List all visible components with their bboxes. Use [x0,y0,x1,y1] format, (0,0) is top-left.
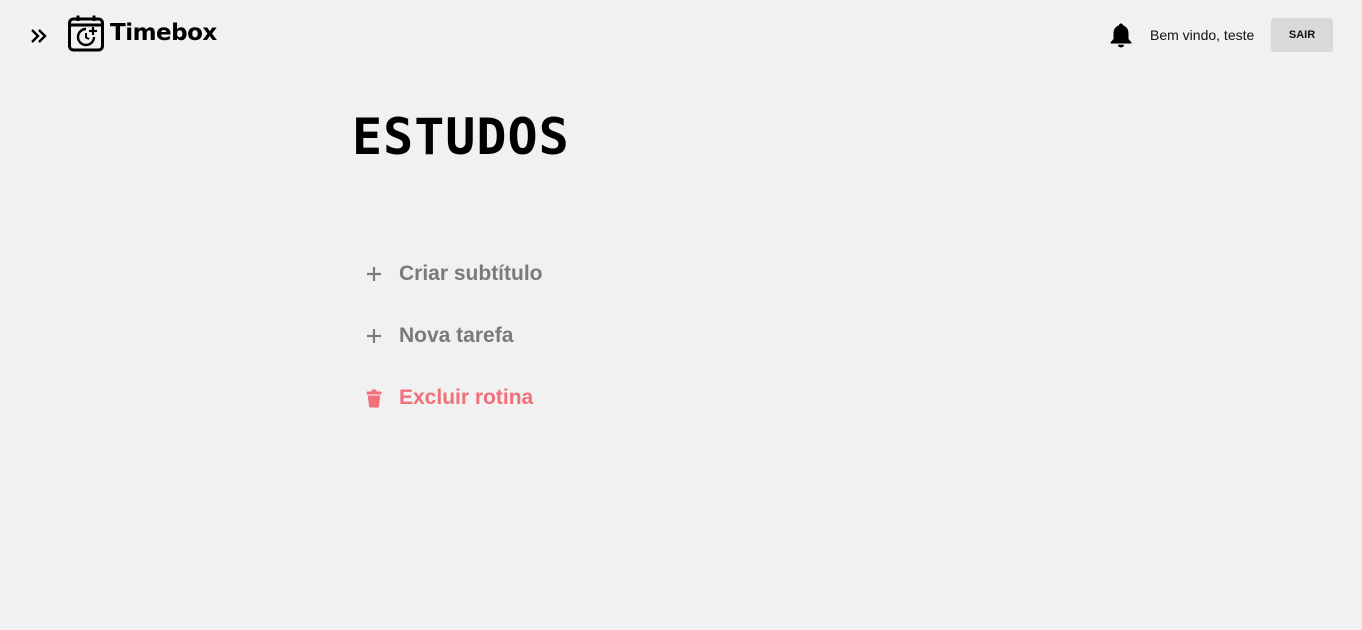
create-subtitle-label: Criar subtítulo [399,262,543,285]
double-chevron-right-icon [29,28,49,44]
delete-routine-label: Excluir rotina [399,386,534,409]
new-task-label: Nova tarefa [399,324,514,347]
logout-button[interactable]: SAIR [1271,18,1333,52]
plus-icon [362,262,386,286]
notifications-button[interactable] [1109,22,1133,48]
page-title: ESTUDOS [352,108,570,166]
expand-sidebar-button[interactable] [28,25,50,47]
calendar-clock-icon [67,14,105,52]
app-logo: Timebox [67,14,217,52]
plus-icon [362,324,386,348]
bell-icon [1109,22,1133,48]
welcome-text: Bem vindo, teste [1150,27,1255,43]
delete-routine-button[interactable]: Excluir rotina [362,386,533,410]
app-name: Timebox [110,20,217,46]
trash-icon [362,386,386,410]
new-task-button[interactable]: Nova tarefa [362,324,513,348]
create-subtitle-button[interactable]: Criar subtítulo [362,262,543,286]
